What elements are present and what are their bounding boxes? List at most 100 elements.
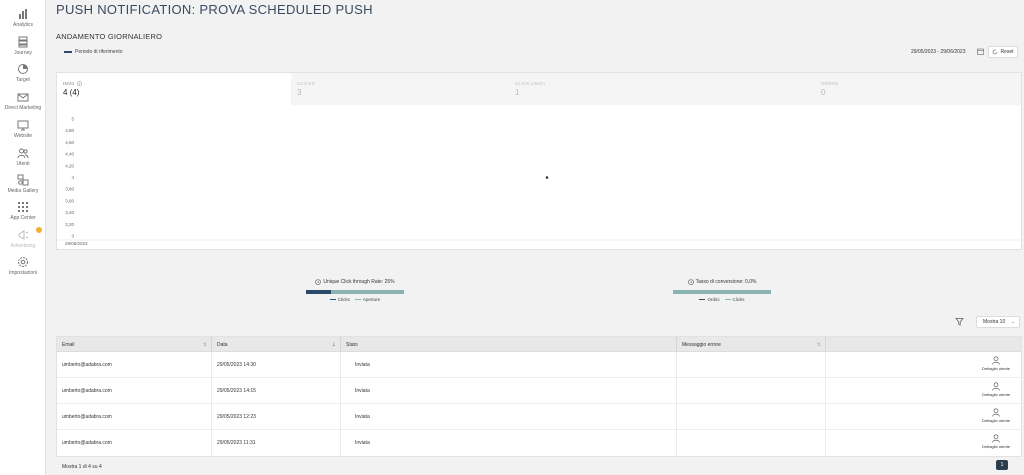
- date-cell: 29/05/2023 12:23: [212, 404, 341, 430]
- column-header-errore[interactable]: Messaggio errore ⇅: [677, 337, 826, 352]
- sidebar-item-label: Direct Marketing: [4, 105, 42, 111]
- user-icon: [992, 434, 1000, 443]
- clock-icon: [315, 279, 322, 285]
- user-detail-label: Dettaglio utente: [981, 444, 1011, 449]
- status-cell: Inviata: [341, 404, 677, 430]
- grid-icon: [18, 202, 28, 212]
- sidebar-item-website[interactable]: Website: [0, 119, 46, 139]
- table-row: umberto@adabra.com 29/05/2023 14:15 Invi…: [57, 378, 1021, 404]
- legend-item: Clicks: [724, 297, 745, 302]
- sidebar-item-impostazioni[interactable]: Impostazioni: [0, 256, 46, 276]
- y-tick-label: 4,60: [65, 140, 74, 145]
- rate-legend: Clicks Aperture: [306, 297, 404, 302]
- pie-chart-icon: [18, 64, 28, 74]
- status-cell: Inviata: [341, 430, 677, 456]
- sidebar-item-advertising[interactable]: Advertising: [0, 227, 46, 249]
- reset-label: Reset: [1000, 49, 1014, 55]
- chart-legend: Periodo di riferimento: [64, 49, 123, 55]
- sidebar: Analytics Journey Target Direct Marketin…: [0, 0, 46, 475]
- sort-icon: ⇅: [816, 342, 821, 348]
- bar-chart-icon: [19, 9, 27, 19]
- table-row: umberto@adabra.com 29/05/2023 12:23 Invi…: [57, 404, 1021, 430]
- email-cell: umberto@adabra.com: [57, 404, 212, 430]
- rate-title-text: Tasso di conversione: 0,0%: [695, 279, 757, 285]
- legend-swatch-icon: [354, 298, 361, 301]
- data-point[interactable]: [545, 176, 549, 179]
- legend-swatch-icon: [699, 298, 706, 301]
- page-size-select[interactable]: Mostra 10 ⌄: [976, 316, 1020, 328]
- sidebar-item-label: App Center: [10, 215, 36, 221]
- rate-title-text: Unique Click through Rate: 25%: [323, 279, 395, 285]
- sort-icon: ⇅: [202, 342, 207, 348]
- sidebar-item-app-center[interactable]: App Center: [0, 201, 46, 221]
- column-header-label: Data: [217, 341, 228, 348]
- email-cell: umberto@adabra.com: [57, 378, 212, 404]
- legend-label: Clicks: [732, 297, 745, 302]
- calendar-icon[interactable]: [977, 48, 984, 55]
- chevron-down-icon: ⌄: [1010, 319, 1015, 325]
- notification-badge-icon: [36, 227, 42, 233]
- rate-legend: Ordini Clicks: [673, 297, 771, 302]
- legend-label: Clicks: [337, 297, 350, 302]
- error-cell: [677, 404, 826, 430]
- table-footer: Mostra 1 di 4 su 4: [62, 464, 102, 470]
- x-tick-label: 29/05/2023: [65, 241, 88, 246]
- date-range-input[interactable]: 29/05/2023 - 29/06/2023: [911, 49, 966, 55]
- sidebar-item-target[interactable]: Target: [0, 63, 46, 83]
- clock-icon: [687, 279, 694, 285]
- status-cell: Inviata: [341, 378, 677, 404]
- sidebar-item-direct-marketing[interactable]: Direct Marketing: [0, 91, 46, 111]
- y-tick-label: 4,20: [65, 163, 74, 168]
- recipients-table: Email ⇅ Data ⇣ Stato Messaggio errore ⇅ umb…: [56, 336, 1022, 457]
- legend-item: Ordini: [699, 297, 720, 302]
- page-size-value: Mostra 10: [983, 319, 1006, 325]
- legend-line-icon: [64, 51, 72, 53]
- y-tick-label: 4: [71, 175, 74, 180]
- sidebar-item-label: Advertising: [10, 243, 36, 249]
- sidebar-item-media-gallery[interactable]: Media Gallery: [0, 174, 46, 194]
- legend-label: Ordini: [707, 297, 720, 302]
- sidebar-item-journey[interactable]: Journey: [0, 36, 46, 56]
- column-header-stato[interactable]: Stato: [341, 337, 677, 352]
- column-header-label: Email: [62, 341, 75, 348]
- legend-item: Clicks: [329, 297, 350, 302]
- megaphone-icon: [18, 230, 29, 240]
- user-detail-label: Dettaglio utente: [981, 418, 1011, 423]
- y-tick-label: 4,80: [65, 128, 74, 133]
- column-header-data[interactable]: Data ⇣: [212, 337, 341, 352]
- column-header-email[interactable]: Email ⇅: [57, 337, 212, 352]
- user-detail-button[interactable]: Dettaglio utente: [981, 434, 1011, 449]
- table-header: Email ⇅ Data ⇣ Stato Messaggio errore ⇅: [57, 337, 1021, 352]
- user-detail-button[interactable]: Dettaglio utente: [981, 382, 1011, 397]
- gear-icon: [18, 257, 28, 267]
- daily-chart: 5 4,80 4,60 4,40 4,20 4 3,80 3,60 3,40 3,20 3 29/05…: [57, 117, 1021, 246]
- email-cell: umberto@adabra.com: [57, 430, 212, 456]
- monitor-icon: [17, 120, 29, 131]
- legend-label: Aperture: [362, 297, 381, 302]
- user-icon: [992, 382, 1000, 391]
- column-header-label: Messaggio errore: [682, 341, 721, 348]
- user-detail-button[interactable]: Dettaglio utente: [981, 408, 1011, 423]
- sidebar-item-label: Target: [16, 77, 30, 83]
- y-tick-label: 3,40: [65, 210, 74, 215]
- rate-bar: [306, 290, 404, 294]
- y-tick-label: 5: [71, 117, 74, 122]
- rate-bar: [673, 290, 771, 294]
- media-icon: [17, 174, 29, 186]
- sidebar-item-analytics[interactable]: Analytics: [0, 8, 46, 28]
- table-row: umberto@adabra.com 29/05/2023 11:31 Invi…: [57, 430, 1021, 456]
- user-icon: [992, 356, 1000, 365]
- column-header-label: Stato: [346, 341, 358, 348]
- user-detail-button[interactable]: Dettaglio utente: [981, 356, 1011, 371]
- sidebar-item-label: Analytics: [12, 22, 33, 28]
- pagination-page-button[interactable]: 1: [996, 460, 1008, 470]
- date-cell: 29/05/2023 14:15: [212, 378, 341, 404]
- filter-icon[interactable]: [955, 317, 964, 326]
- error-cell: [677, 430, 826, 456]
- reset-button[interactable]: Reset: [988, 46, 1018, 58]
- sort-desc-icon: ⇣: [331, 342, 336, 348]
- rate-fill: [306, 290, 331, 294]
- y-tick-label: 3,20: [65, 222, 74, 227]
- sidebar-item-utenti[interactable]: Utenti: [0, 147, 46, 167]
- user-detail-label: Dettaglio utente: [981, 366, 1011, 371]
